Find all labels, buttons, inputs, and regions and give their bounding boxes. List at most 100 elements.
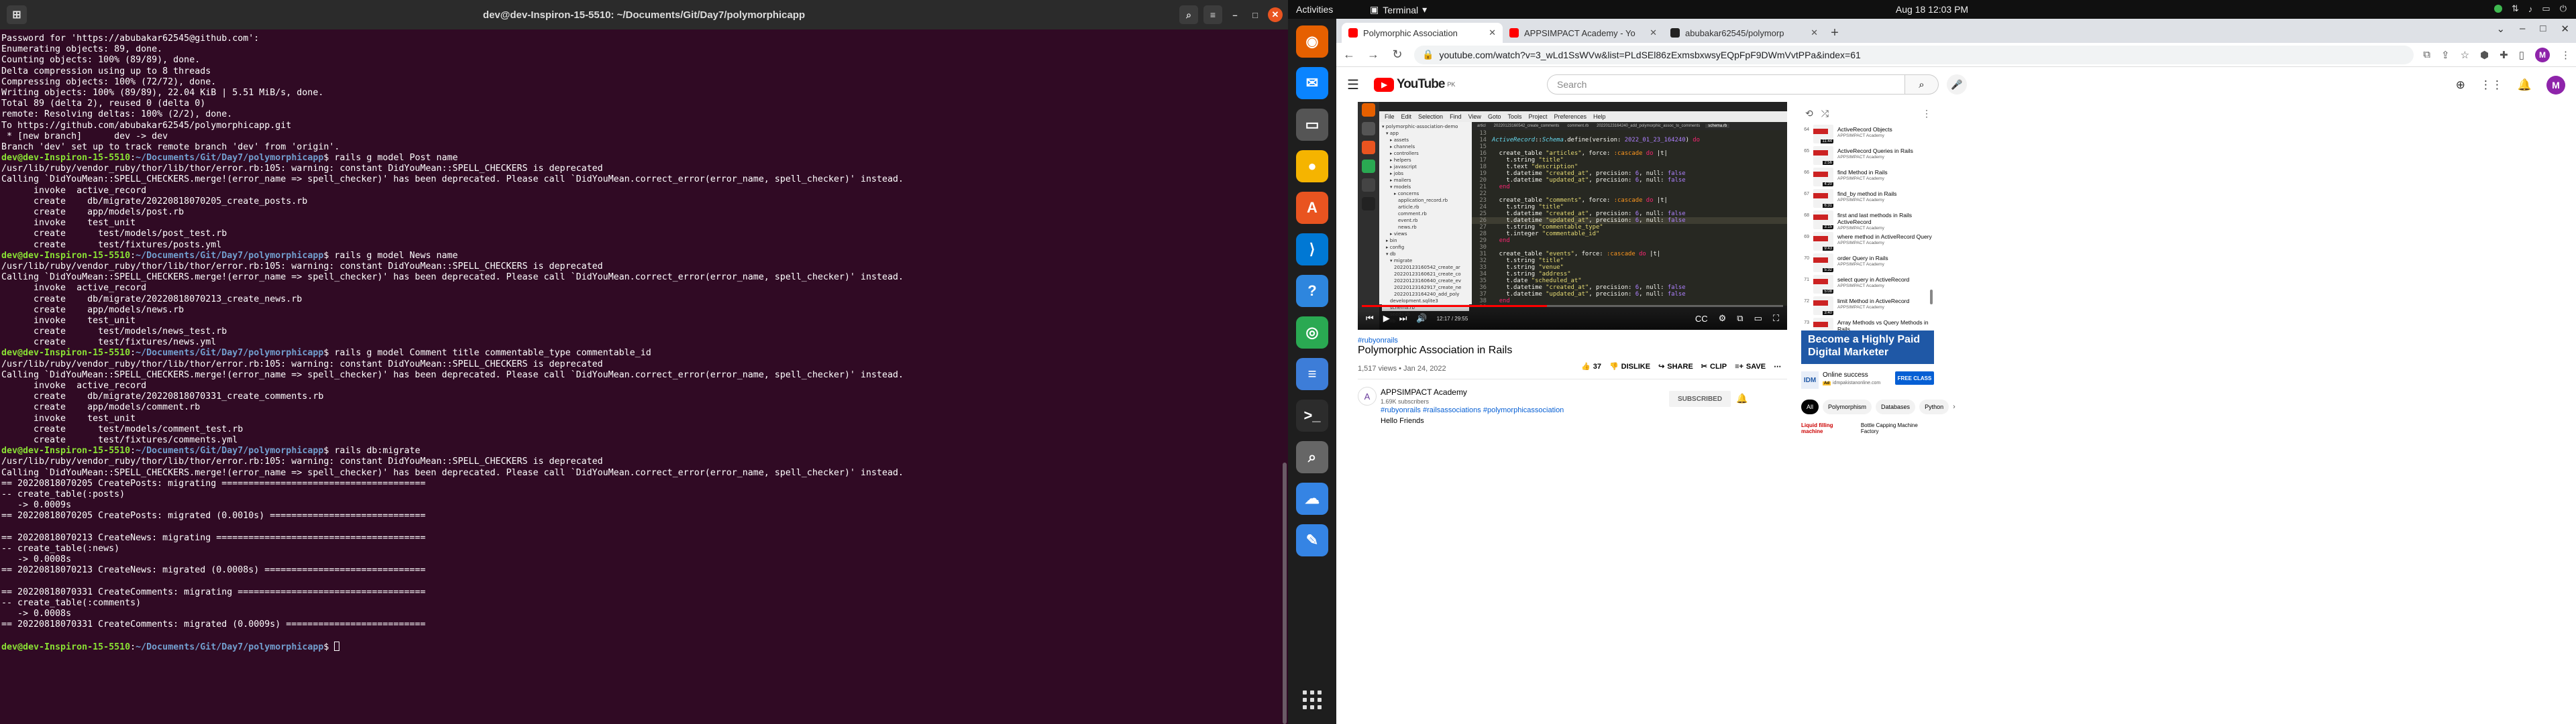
system-tray[interactable]: ⇅ ♪ ▭ ⏻ [2494, 3, 2567, 14]
ad-banner[interactable]: Become a Highly Paid Digital Marketer [1801, 330, 1934, 364]
save-button[interactable]: ≡+ SAVE [1735, 363, 1766, 371]
chip-python[interactable]: Python [1919, 400, 1949, 414]
help-icon[interactable]: ? [1296, 275, 1328, 307]
free-class-button[interactable]: FREE CLASS [1895, 371, 1934, 385]
like-button[interactable]: 👍 37 [1581, 362, 1601, 371]
more-actions-icon[interactable]: ⋯ [1774, 362, 1781, 371]
playlist-item[interactable]: 69 9:43 where method in ActiveRecord Query… [1801, 232, 1934, 253]
profile-avatar[interactable]: M [2535, 47, 2550, 62]
browser-tab[interactable]: Polymorphic Association ✕ [1342, 23, 1503, 43]
next-item-right[interactable]: Bottle Capping Machine Factory [1861, 422, 1934, 434]
miniplayer-icon[interactable]: ⧉ [1737, 313, 1743, 324]
tab-close-icon[interactable]: ✕ [1650, 27, 1657, 38]
forward-icon[interactable]: → [1366, 48, 1381, 62]
playlist-more-icon[interactable]: ⋮ [1922, 108, 1931, 119]
fullscreen-icon[interactable]: ⛶ [1773, 313, 1779, 324]
maximize-icon[interactable]: □ [2540, 23, 2546, 35]
create-video-icon[interactable]: ⊕ [2456, 78, 2465, 92]
text-editor-icon[interactable]: ≡ [1296, 358, 1328, 390]
playlist-item[interactable]: 70 5:32 order Query in Rails APPSIMPACT Aca… [1801, 253, 1934, 275]
firefox-icon[interactable]: ◉ [1296, 25, 1328, 58]
minimize-icon[interactable]: – [2520, 23, 2525, 35]
terminal-icon[interactable]: >_ [1296, 400, 1328, 432]
extension-icon[interactable]: ⬢ [2480, 49, 2489, 61]
kebab-menu-icon[interactable]: ⋮ [2561, 49, 2571, 61]
tab-close-icon[interactable]: ✕ [1811, 27, 1818, 38]
search-icon[interactable]: ⌕ [1179, 5, 1198, 24]
dislike-button[interactable]: 👎 DISLIKE [1609, 362, 1650, 371]
terminal-output[interactable]: Password for 'https://abubakar62545@gith… [0, 29, 1288, 724]
chip-databases[interactable]: Databases [1876, 400, 1916, 414]
show-apps-icon[interactable] [1303, 690, 1322, 709]
chip-polymorphism[interactable]: Polymorphism [1823, 400, 1872, 414]
youtube-logo[interactable]: ▶ YouTube PK [1373, 77, 1455, 92]
playlist-scrollbar[interactable] [1930, 290, 1933, 304]
ad-row[interactable]: IDM Online success Ad idmpakistanonline.c… [1801, 367, 1934, 393]
subscribed-button[interactable]: SUBSCRIBED [1669, 391, 1731, 407]
playlist-item[interactable]: 65 2:56 ActiveRecord Queries in Rails APPSI… [1801, 146, 1934, 168]
notification-bell-icon[interactable]: 🔔 [1736, 393, 1748, 404]
tab-close-icon[interactable]: ✕ [1489, 27, 1496, 38]
cast-icon[interactable]: ⧉ [2423, 49, 2430, 60]
playlist-item[interactable]: 71 5:08 select query in ActiveRecord APPSIM… [1801, 275, 1934, 296]
shuffle-icon[interactable]: ⤮ [1821, 108, 1829, 119]
description-hashtags[interactable]: #rubyonrails #railsassociations #polymor… [1381, 406, 1564, 414]
terminal-scrollbar[interactable] [1283, 463, 1287, 724]
captions-icon[interactable]: CC [1695, 314, 1708, 324]
clock[interactable]: Aug 18 12:03 PM [1288, 4, 2576, 15]
previous-icon[interactable]: ⏮ [1366, 313, 1374, 324]
notes-icon[interactable]: ✎ [1296, 524, 1328, 556]
menu-icon[interactable]: ≡ [1203, 5, 1222, 24]
playlist-item[interactable]: 64 11:44 ActiveRecord Objects APPSIMPACT Ac… [1801, 125, 1934, 146]
video-hashtag[interactable]: #rubyonrails [1358, 337, 1398, 345]
screenshot-icon[interactable]: ⌕ [1296, 441, 1328, 473]
address-bar[interactable]: 🔒 youtube.com/watch?v=3_wLd1SsWVw&list=P… [1414, 45, 2414, 64]
close-icon[interactable]: ✕ [1268, 7, 1283, 22]
tab-search-icon[interactable]: ⌄ [2496, 23, 2505, 35]
playlist-item[interactable]: 68 3:15 first and last methods in Rails Ac… [1801, 210, 1934, 232]
loop-icon[interactable]: ⟲ [1805, 108, 1813, 119]
apps-grid-icon[interactable]: ⋮⋮ [2480, 78, 2503, 92]
rhythmbox-icon[interactable]: ● [1296, 150, 1328, 182]
files-icon[interactable]: ▭ [1296, 109, 1328, 141]
reload-icon[interactable]: ↻ [1390, 48, 1405, 62]
vscode-icon[interactable]: ⟩ [1296, 233, 1328, 265]
notifications-bell-icon[interactable]: 🔔 [2518, 78, 2532, 92]
channel-avatar[interactable]: A [1358, 387, 1377, 406]
terminal-titlebar[interactable]: ⊞ dev@dev-Inspiron-15-5510: ~/Documents/… [0, 0, 1288, 29]
volume-icon[interactable]: 🔊 [1416, 313, 1427, 324]
sidebar-icon[interactable]: ▯ [2519, 49, 2524, 61]
playlist-item[interactable]: 67 6:31 find_by method in Rails APPSIMPACT … [1801, 189, 1934, 210]
clip-button[interactable]: ✂ CLIP [1701, 362, 1727, 371]
search-button[interactable]: ⌕ [1905, 74, 1939, 95]
microphone-icon[interactable]: 🎤 [1947, 74, 1967, 95]
next-item-left[interactable]: Liquid filling machine [1801, 422, 1854, 434]
playlist-item[interactable]: 66 4:20 find Method in Rails APPSIMPACT Aca… [1801, 168, 1934, 189]
share-icon[interactable]: ⇪ [2441, 49, 2450, 61]
close-icon[interactable]: ✕ [2561, 23, 2569, 35]
browser-tab[interactable]: abubakar62545/polymorp ✕ [1664, 23, 1825, 43]
cloud-icon[interactable]: ☁ [1296, 483, 1328, 515]
thunderbird-icon[interactable]: ✉ [1296, 67, 1328, 99]
hamburger-menu-icon[interactable]: ☰ [1347, 76, 1359, 93]
terminal-window[interactable]: ⊞ dev@dev-Inspiron-15-5510: ~/Documents/… [0, 0, 1288, 724]
back-icon[interactable]: ← [1342, 48, 1356, 62]
new-tab-button[interactable]: + [1825, 23, 1845, 43]
play-icon[interactable]: ▶ [1383, 313, 1390, 324]
chip-all[interactable]: All [1801, 400, 1819, 414]
chrome-icon[interactable]: ◎ [1296, 316, 1328, 349]
new-tab-icon[interactable]: ⊞ [7, 5, 27, 24]
search-input[interactable]: Search [1547, 74, 1905, 95]
chevron-right-icon[interactable]: › [1953, 403, 1955, 411]
video-player[interactable]: File Edit Selection Find View Goto Tools Projec… [1358, 102, 1787, 330]
account-avatar[interactable]: M [2546, 76, 2565, 95]
theater-mode-icon[interactable]: ▭ [1754, 313, 1762, 324]
browser-tab[interactable]: APPSIMPACT Academy - Yo ✕ [1503, 23, 1664, 43]
playlist-item[interactable]: 72 3:40 limit Method in ActiveRecord APPSIM… [1801, 296, 1934, 318]
bookmark-star-icon[interactable]: ☆ [2461, 49, 2469, 61]
next-icon[interactable]: ⏭ [1399, 313, 1407, 324]
maximize-icon[interactable]: □ [1248, 7, 1263, 22]
share-button[interactable]: ↪ SHARE [1658, 362, 1693, 371]
software-icon[interactable]: A [1296, 192, 1328, 224]
minimize-icon[interactable]: – [1228, 7, 1242, 22]
